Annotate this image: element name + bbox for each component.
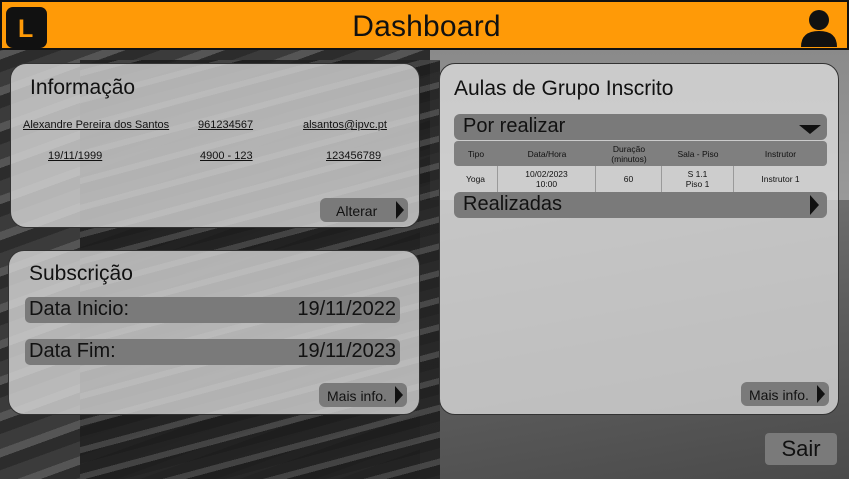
- classes-more-info-button[interactable]: Mais info.: [741, 382, 829, 406]
- chevron-right-icon: [396, 201, 404, 219]
- chevron-down-icon: [799, 125, 821, 134]
- header-instructor: Instrutor: [764, 148, 797, 159]
- start-date-label: Data Inicio:: [29, 298, 130, 320]
- cell-room: S 1.1 Piso 1: [662, 166, 734, 192]
- classes-more-info-label: Mais info.: [749, 387, 809, 403]
- start-date-value: 19/11/2022: [297, 298, 396, 320]
- cell-type: Yoga: [454, 166, 498, 192]
- chevron-right-icon: [395, 386, 403, 404]
- info-title: Informação: [30, 76, 136, 99]
- classes-title: Aulas de Grupo Inscrito: [454, 77, 674, 100]
- alter-button-label: Alterar: [336, 203, 378, 219]
- subscription-end-row: Data Fim: 19/11/2023: [25, 339, 400, 365]
- cell-duration: 60: [596, 166, 662, 192]
- chevron-right-icon: [817, 385, 825, 403]
- header-datetime: Data/Hora: [527, 148, 567, 159]
- pending-classes-label: Por realizar: [463, 115, 566, 137]
- alter-button[interactable]: Alterar: [320, 198, 408, 222]
- user-name: Alexandre Pereira dos Santos: [23, 119, 170, 131]
- subscription-more-info-button[interactable]: Mais info.: [319, 383, 407, 407]
- header-room: Sala - Piso: [677, 148, 719, 159]
- page-title: Dashboard: [352, 10, 501, 43]
- header-duration: Duração (minutos): [611, 143, 647, 164]
- cell-instructor: Instrutor 1: [761, 174, 800, 184]
- table-row[interactable]: Yoga 10/02/2023 10:00 60 S 1.1 Piso 1 In…: [454, 166, 827, 192]
- subscription-panel: Subscrição Data Inicio: 19/11/2022 Data …: [8, 250, 420, 415]
- top-bar: L Dashboard: [0, 0, 849, 50]
- subscription-title: Subscrição: [29, 262, 133, 285]
- subscription-start-row: Data Inicio: 19/11/2022: [25, 297, 400, 323]
- user-icon[interactable]: [799, 7, 839, 47]
- user-birthdate: 19/11/1999: [48, 150, 103, 162]
- end-date-label: Data Fim:: [29, 340, 116, 362]
- completed-classes-label: Realizadas: [463, 193, 562, 215]
- user-postal-code: 4900 - 123: [200, 150, 253, 162]
- info-panel: Informação Alexandre Pereira dos Santos …: [10, 63, 420, 228]
- user-email: alsantos@ipvc.pt: [303, 119, 387, 131]
- user-id-number: 123456789: [326, 150, 382, 162]
- completed-classes-dropdown[interactable]: Realizadas: [454, 192, 827, 218]
- cell-datetime: 10/02/2023 10:00: [498, 166, 596, 192]
- end-date-value: 19/11/2023: [297, 340, 396, 362]
- classes-panel: Aulas de Grupo Inscrito Por realizar Tip…: [439, 63, 839, 415]
- subscription-more-info-label: Mais info.: [327, 388, 387, 404]
- chevron-right-icon: [810, 195, 819, 215]
- exit-button[interactable]: Sair: [765, 433, 837, 465]
- table-header: Tipo Data/Hora Duração (minutos) Sala - …: [454, 141, 827, 166]
- pending-classes-dropdown[interactable]: Por realizar: [454, 114, 827, 140]
- user-phone: 961234567: [198, 119, 254, 131]
- header-type: Tipo: [467, 148, 485, 159]
